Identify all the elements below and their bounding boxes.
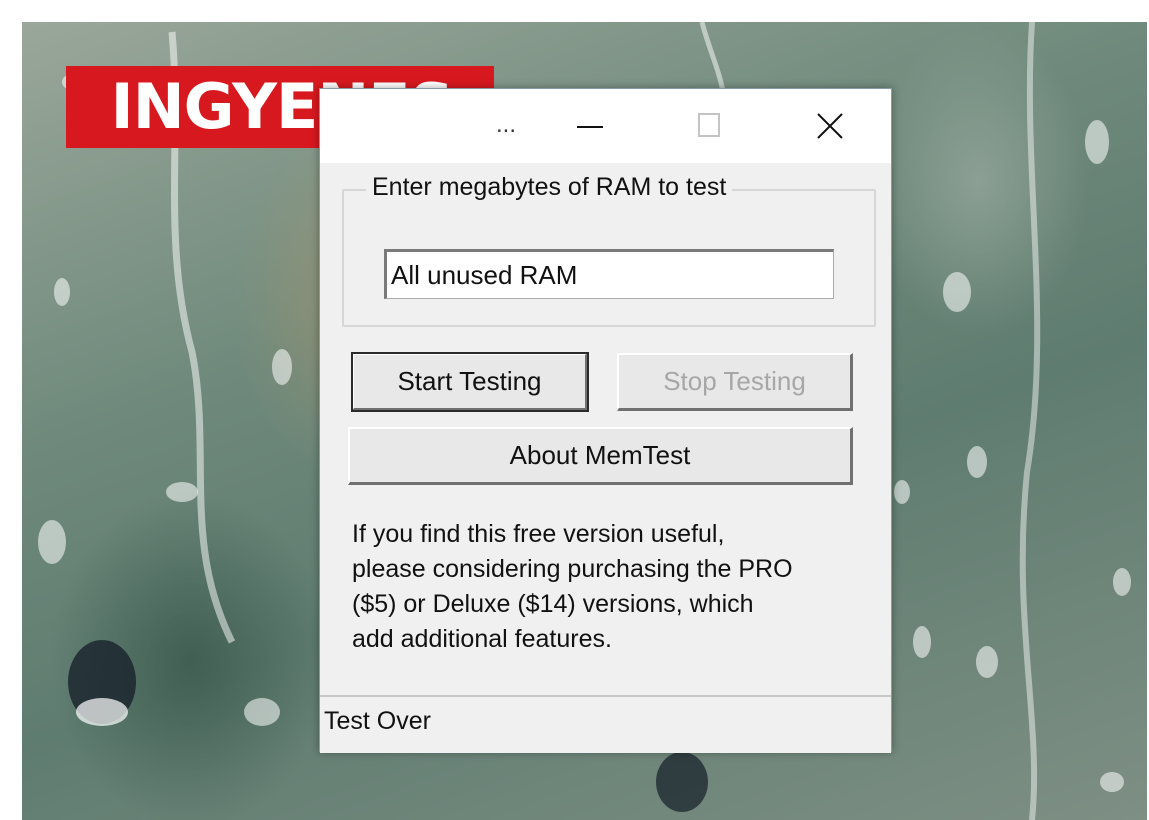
close-button[interactable] (800, 103, 860, 149)
info-line: ($5) or Deluxe ($14) versions, which (352, 590, 754, 618)
title-bar[interactable]: ... (320, 89, 891, 163)
stop-testing-button[interactable]: Stop Testing (617, 353, 853, 411)
groupbox-label: Enter megabytes of RAM to test (366, 173, 733, 202)
close-icon (817, 113, 843, 139)
memtest-window: ... Enter megabytes of RAM to test Start… (319, 88, 892, 753)
minimize-button[interactable] (560, 103, 620, 149)
info-line: please considering purchasing the PRO (352, 555, 793, 583)
status-text: Test Over (324, 707, 431, 735)
maximize-button[interactable] (680, 103, 740, 149)
info-line: add additional features. (352, 625, 612, 653)
minimize-icon (577, 126, 603, 128)
upgrade-info-text: If you find this free version useful, pl… (352, 517, 872, 657)
maximize-icon (698, 113, 720, 137)
window-title: ... (496, 111, 517, 138)
status-bar: Test Over (320, 695, 891, 753)
ram-amount-input[interactable] (384, 249, 834, 299)
info-line: If you find this free version useful, (352, 520, 725, 548)
ram-groupbox: Enter megabytes of RAM to test (342, 173, 876, 327)
start-testing-button[interactable]: Start Testing (351, 352, 589, 412)
about-memtest-button[interactable]: About MemTest (348, 427, 853, 485)
